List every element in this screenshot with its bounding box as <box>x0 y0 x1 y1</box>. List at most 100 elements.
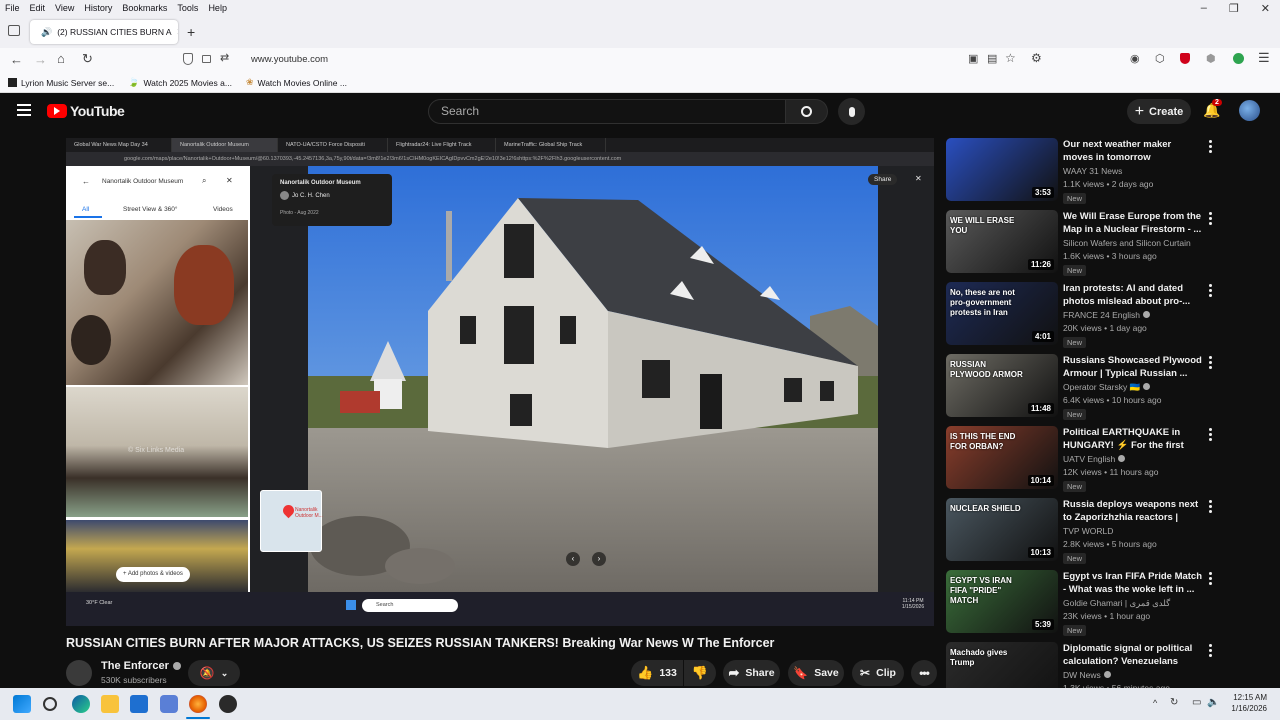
lock-icon[interactable] <box>202 55 211 63</box>
recommendation-title[interactable]: We Will Erase Europe from the Map in a N… <box>1063 210 1203 236</box>
account-icon[interactable]: ◉ <box>1130 52 1140 65</box>
home-icon[interactable]: ⌂ <box>57 51 65 66</box>
github-icon[interactable] <box>219 695 237 713</box>
windows-start-icon[interactable] <box>13 695 31 713</box>
extensions-icon[interactable]: ⬡ <box>1155 52 1165 65</box>
recommendation-channel[interactable]: DW News <box>1063 670 1111 680</box>
screenshot-icon[interactable]: ▣ <box>968 52 978 65</box>
addon-icon[interactable]: ⬢ <box>1206 52 1216 65</box>
save-button[interactable]: 🔖 Save <box>788 660 844 686</box>
reader-view-icon[interactable]: ▤ <box>987 52 997 65</box>
tab-list-icon[interactable] <box>8 25 20 36</box>
minimize-button[interactable]: – <box>1201 2 1207 14</box>
taskbar-clock[interactable]: 12:15 AM 1/16/2026 <box>1225 692 1267 714</box>
ublock-icon[interactable] <box>1180 53 1190 64</box>
store-icon[interactable] <box>130 695 148 713</box>
menu-tools[interactable]: Tools <box>177 3 198 13</box>
close-window-button[interactable]: ✕ <box>1261 2 1270 15</box>
voice-search-button[interactable] <box>838 98 865 125</box>
vpn-icon[interactable] <box>1233 53 1244 64</box>
more-options-icon[interactable] <box>1204 138 1216 154</box>
recommendation-thumbnail[interactable]: 3:53 <box>946 138 1058 201</box>
recommendation-item[interactable]: WE WILL ERASE YOU 11:26 We Will Erase Euro… <box>946 210 1276 276</box>
video-player[interactable]: Global War News Map Day 34 Nanortalik Ou… <box>66 138 934 626</box>
recommendation-item[interactable]: RUSSIAN PLYWOOD ARMOR 11:48 Russians Showc… <box>946 354 1276 420</box>
new-tab-icon[interactable]: + <box>187 24 195 40</box>
recommendation-channel[interactable]: TVP WORLD <box>1063 526 1113 536</box>
recommendation-thumbnail[interactable]: WE WILL ERASE YOU 11:26 <box>946 210 1058 273</box>
recommendation-item[interactable]: NUCLEAR SHIELD 10:13 Russia deploys weapon… <box>946 498 1276 564</box>
more-options-icon[interactable] <box>1204 642 1216 658</box>
recommendation-title[interactable]: Our next weather maker moves in tomorrow <box>1063 138 1203 164</box>
more-options-icon[interactable] <box>1204 426 1216 442</box>
menu-history[interactable]: History <box>84 3 112 13</box>
recommendation-thumbnail[interactable]: No, these are not pro-government protest… <box>946 282 1058 345</box>
more-options-icon[interactable] <box>1204 498 1216 514</box>
recommendation-title[interactable]: Russia deploys weapons next to Zaporizhz… <box>1063 498 1203 524</box>
bookmark-watch-2025[interactable]: 🍃 Watch 2025 Movies a... <box>128 77 232 88</box>
recommendation-thumbnail[interactable]: NUCLEAR SHIELD 10:13 <box>946 498 1058 561</box>
recommendation-channel[interactable]: FRANCE 24 English <box>1063 310 1151 320</box>
notifications-bell-icon[interactable]: 🔔 2 <box>1203 99 1222 118</box>
network-icon[interactable]: ▭ <box>1192 697 1201 708</box>
menu-help[interactable]: Help <box>208 3 227 13</box>
restore-button[interactable]: ❐ <box>1229 2 1239 15</box>
recommendation-item[interactable]: No, these are not pro-government protest… <box>946 282 1276 348</box>
youtube-logo[interactable]: YouTube <box>47 103 125 119</box>
bookmark-watch-movies[interactable]: ❀ Watch Movies Online ... <box>246 77 347 88</box>
edge-icon[interactable] <box>72 695 90 713</box>
speaker-icon[interactable]: 🔊 <box>41 27 52 38</box>
like-button[interactable]: 👍 133 <box>631 660 683 686</box>
sync-icon[interactable]: ↻ <box>1170 697 1178 708</box>
tray-chevron-icon[interactable]: ^ <box>1153 698 1157 708</box>
create-button[interactable]: + Create <box>1127 99 1191 124</box>
recommendation-channel[interactable]: Operator Starsky 🇺🇦 <box>1063 382 1151 393</box>
recommendation-title[interactable]: Russians Showcased Plywood Armour | Typi… <box>1063 354 1203 380</box>
app-icon[interactable] <box>160 695 178 713</box>
more-options-icon[interactable] <box>1204 570 1216 586</box>
channel-name-row[interactable]: The Enforcer <box>101 660 181 672</box>
more-actions-button[interactable]: ••• <box>911 660 937 686</box>
recommendation-title[interactable]: Iran protests: AI and dated photos misle… <box>1063 282 1203 308</box>
recommendation-title[interactable]: Diplomatic signal or political calculati… <box>1063 642 1203 668</box>
recommendation-thumbnail[interactable]: RUSSIAN PLYWOOD ARMOR 11:48 <box>946 354 1058 417</box>
recommendation-thumbnail[interactable]: IS THIS THE END FOR ORBAN? 10:14 <box>946 426 1058 489</box>
recommendation-channel[interactable]: WAAY 31 News <box>1063 166 1122 176</box>
recommendation-item[interactable]: 3:53 Our next weather maker moves in tomo… <box>946 138 1276 204</box>
tab-close-icon[interactable]: ✕ <box>177 27 178 38</box>
recommendation-thumbnail[interactable]: EGYPT VS IRAN FIFA "PRIDE" MATCH 5:39 <box>946 570 1058 633</box>
more-options-icon[interactable] <box>1204 354 1216 370</box>
back-icon[interactable]: ← <box>10 52 23 67</box>
url-field[interactable]: www.youtube.com <box>251 54 328 65</box>
volume-icon[interactable]: 🔈 <box>1207 697 1219 708</box>
channel-name[interactable]: The Enforcer <box>101 660 169 672</box>
bookmark-star-icon[interactable]: ☆ <box>1005 51 1016 65</box>
dislike-button[interactable]: 👎 <box>684 660 716 686</box>
recommendation-item[interactable]: IS THIS THE END FOR ORBAN? 10:14 Political… <box>946 426 1276 492</box>
hamburger-menu-icon[interactable] <box>17 104 31 116</box>
subscribed-button[interactable]: 🔕 ⌄ <box>188 660 240 686</box>
file-explorer-icon[interactable] <box>101 695 119 713</box>
share-button[interactable]: ➦ Share <box>723 660 780 686</box>
search-input[interactable]: Search <box>428 99 786 124</box>
recommendation-title[interactable]: Political EARTHQUAKE in HUNGARY! ⚡ For t… <box>1063 426 1203 452</box>
avatar[interactable] <box>1239 100 1260 121</box>
search-button[interactable] <box>786 99 828 124</box>
more-options-icon[interactable] <box>1204 210 1216 226</box>
clip-button[interactable]: ✂ Clip <box>852 660 904 686</box>
recommendation-channel[interactable]: UATV English <box>1063 454 1126 464</box>
recommendation-title[interactable]: Egypt vs Iran FIFA Pride Match - What wa… <box>1063 570 1203 596</box>
menu-view[interactable]: View <box>55 3 74 13</box>
recommendation-channel[interactable]: Silicon Wafers and Silicon Curtain <box>1063 238 1191 248</box>
menu-file[interactable]: File <box>5 3 20 13</box>
extension-gear-icon[interactable]: ⚙ <box>1031 51 1042 65</box>
recommendation-item[interactable]: EGYPT VS IRAN FIFA "PRIDE" MATCH 5:39 Egyp… <box>946 570 1276 636</box>
taskbar-search-icon[interactable] <box>43 697 57 711</box>
reload-icon[interactable]: ↻ <box>82 51 93 67</box>
tab-youtube[interactable]: 🔊 (2) RUSSIAN CITIES BURN A ✕ <box>30 20 178 44</box>
menu-bookmarks[interactable]: Bookmarks <box>122 3 167 13</box>
channel-avatar[interactable] <box>66 660 92 686</box>
app-menu-icon[interactable]: ☰ <box>1258 50 1270 66</box>
menu-edit[interactable]: Edit <box>30 3 46 13</box>
firefox-icon[interactable] <box>189 695 207 713</box>
